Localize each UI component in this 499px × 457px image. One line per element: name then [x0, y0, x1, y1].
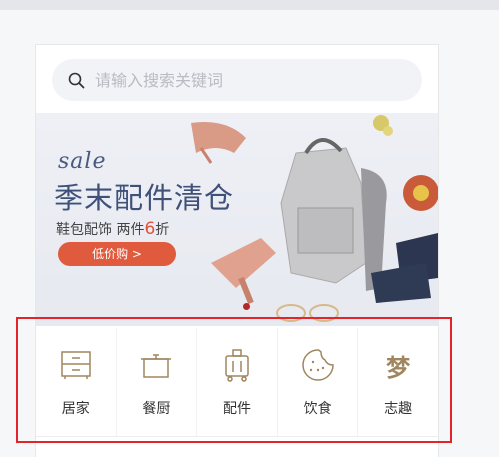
banner-cta-button[interactable]: 低价购 >: [58, 242, 176, 266]
banner-subtitle: 鞋包配饰 两件6折: [56, 219, 170, 239]
highlight-box: [16, 317, 452, 443]
banner-sale-text: sale: [58, 149, 107, 174]
search-icon: [68, 72, 85, 88]
top-bar: [0, 0, 499, 10]
search-bar[interactable]: [52, 59, 422, 101]
banner-title: 季末配件清仓: [54, 181, 235, 215]
carousel-indicator[interactable]: [243, 303, 250, 310]
search-input[interactable]: [93, 69, 397, 91]
promo-banner[interactable]: sale 季末配件清仓 鞋包配饰 两件6折 低价购 >: [36, 113, 438, 326]
